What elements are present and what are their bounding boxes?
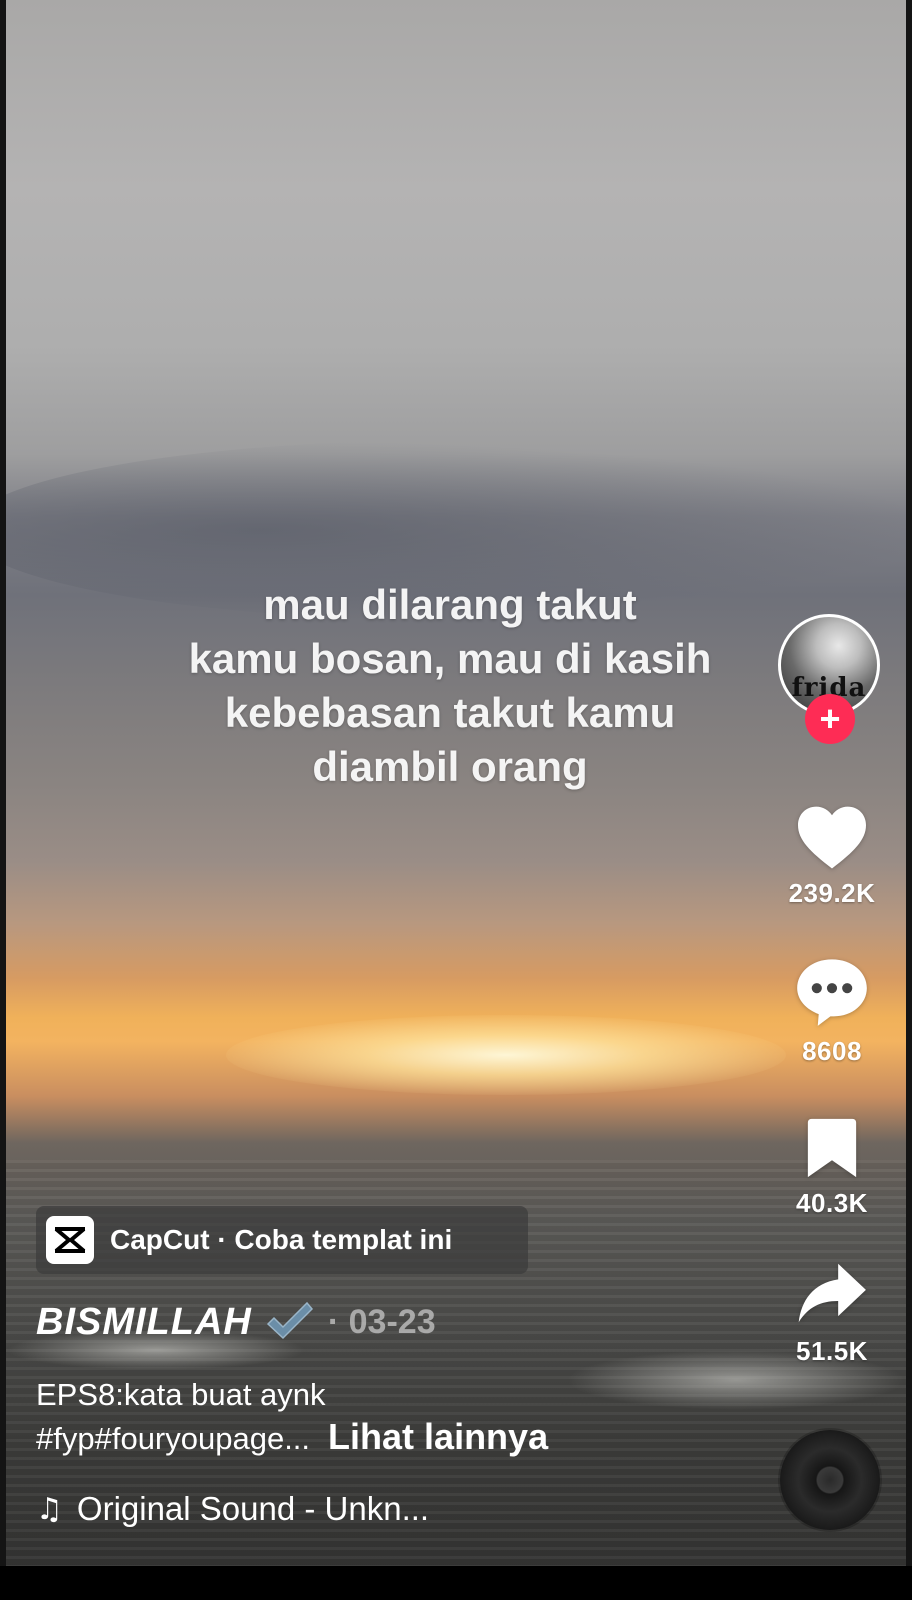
overlay-line: mau dilarang takut (263, 581, 637, 628)
bottom-bar (0, 1566, 912, 1600)
capcut-template-chip[interactable]: CapCut · Coba templat ini (36, 1206, 528, 1274)
post-date: · 03-23 (327, 1302, 436, 1341)
sound-title: Original Sound - Unkn... (76, 1490, 430, 1527)
sound-line[interactable]: ♫ Original Sound - Unkn... (36, 1490, 429, 1528)
comment-count: 8608 (802, 1036, 862, 1066)
share-count: 51.5K (796, 1336, 868, 1366)
author-name[interactable]: BISMILLAH (36, 1301, 252, 1344)
heart-icon (798, 806, 866, 869)
capcut-logo-icon (46, 1216, 94, 1264)
comment-button[interactable]: 8608 (770, 954, 894, 1067)
check-mark-icon (266, 1301, 313, 1340)
overlay-line: diambil orang (312, 743, 588, 790)
capcut-label: CapCut · Coba templat ini (110, 1224, 453, 1255)
video-overlay-text: mau dilarang takut kamu bosan, mau di ka… (120, 578, 780, 794)
save-button[interactable]: 40.3K (770, 1116, 894, 1219)
bookmark-icon (807, 1118, 857, 1178)
like-button[interactable]: 239.2K (770, 802, 894, 909)
save-count: 40.3K (796, 1188, 868, 1218)
overlay-line: kamu bosan, mau di kasih (188, 635, 712, 682)
overlay-line: kebebasan takut kamu (224, 689, 676, 736)
music-disc[interactable] (780, 1430, 880, 1530)
share-button[interactable]: 51.5K (770, 1258, 894, 1367)
see-more-link[interactable]: Lihat lainnya (328, 1416, 548, 1458)
caption-line: EPS8:kata buat aynk (36, 1377, 326, 1412)
share-icon (798, 1263, 866, 1323)
music-note-icon: ♫ (36, 1491, 63, 1527)
comment-icon (797, 959, 867, 1026)
sun-glow (226, 1015, 786, 1095)
caption-hashtags[interactable]: #fyp#fouryoupage... (36, 1418, 310, 1460)
author-line: BISMILLAH · 03-23 (36, 1300, 436, 1344)
right-edge (906, 0, 912, 1566)
caption: EPS8:kata buat aynk #fyp#fouryoupage... … (36, 1374, 548, 1460)
like-count: 239.2K (788, 878, 876, 908)
follow-button[interactable]: + (805, 694, 855, 744)
